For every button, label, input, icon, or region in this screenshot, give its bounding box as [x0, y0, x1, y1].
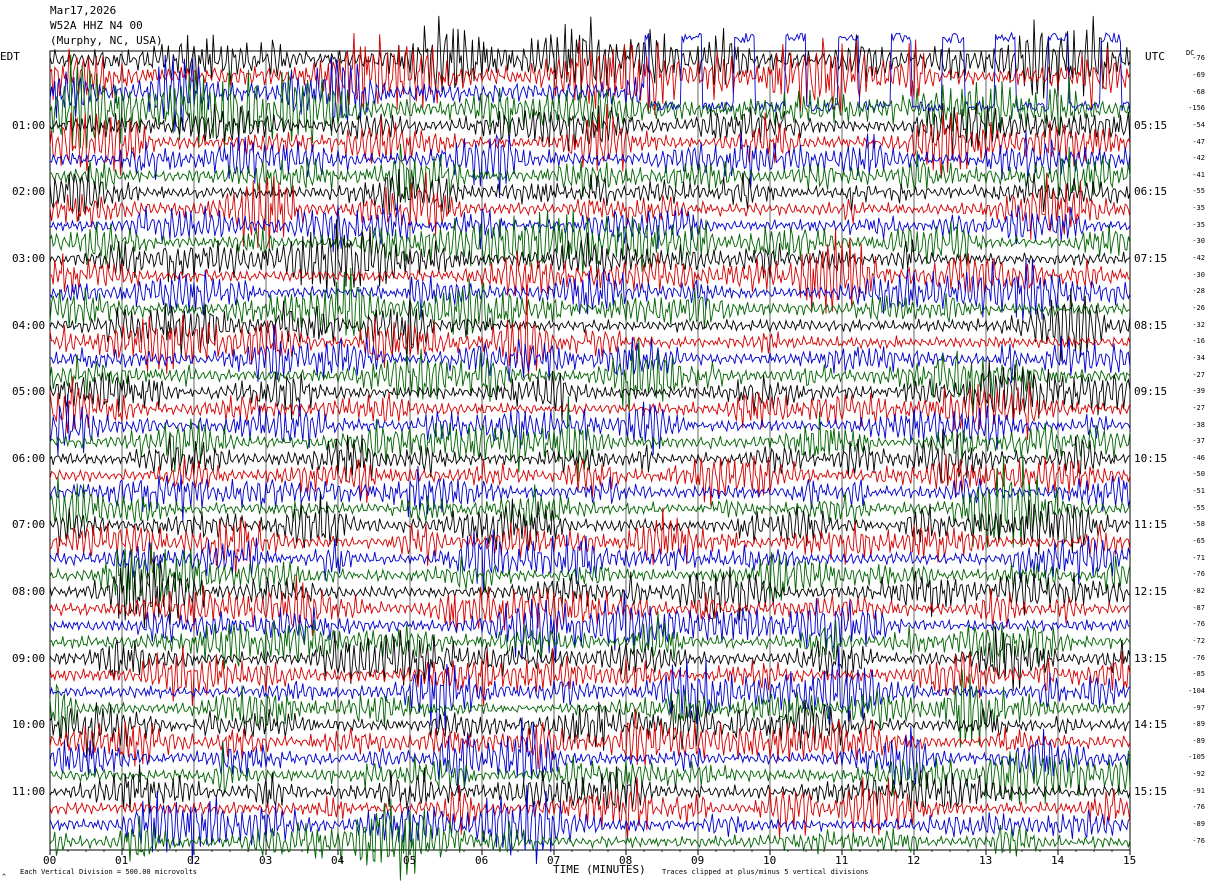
x-tick-label: 10 [763, 854, 777, 867]
trace-38 [49, 645, 1131, 707]
trace-45 [49, 764, 1131, 815]
x-tick-label: 04 [331, 854, 345, 867]
x-tick-label: 15 [1123, 854, 1137, 867]
x-tick-label: 05 [403, 854, 417, 867]
trace-17 [49, 288, 1131, 365]
x-tick-label: 03 [259, 854, 273, 867]
trace-29 [49, 491, 1131, 555]
trace-44 [49, 741, 1131, 805]
x-tick-label: 09 [691, 854, 705, 867]
scale-note: Each Vertical Division = 500.00 microvol… [20, 868, 198, 876]
x-tick-label: 12 [907, 854, 921, 867]
corner-mark: ^ [2, 873, 7, 881]
trace-12 [49, 209, 1131, 275]
seismogram-plot [49, 15, 1131, 881]
trace-32 [49, 542, 1131, 605]
trace-25 [49, 428, 1131, 484]
trace-18 [49, 285, 1131, 380]
x-tick-label: 14 [1051, 854, 1065, 867]
x-tick-label: 11 [835, 854, 849, 867]
x-tick-label: 13 [979, 854, 993, 867]
x-tick-label: 00 [43, 854, 57, 867]
x-tick-label: 01 [115, 854, 129, 867]
trace-15 [49, 258, 1131, 321]
trace-22 [49, 376, 1131, 440]
x-axis-title: TIME (MINUTES) [553, 863, 646, 876]
trace-39 [49, 646, 1131, 731]
clip-note: Traces clipped at plus/minus 5 vertical … [662, 868, 869, 876]
x-tick-label: 02 [187, 854, 201, 867]
x-tick-label: 06 [475, 854, 489, 867]
trace-21 [49, 359, 1131, 422]
trace-20 [49, 338, 1131, 415]
